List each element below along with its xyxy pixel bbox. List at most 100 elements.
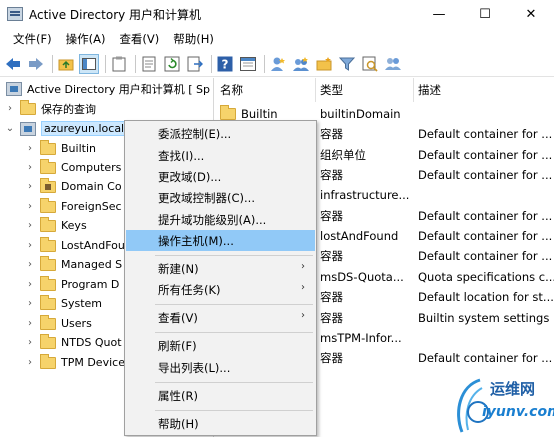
column-header-description[interactable]: 描述: [414, 78, 554, 102]
tree-item-builtin[interactable]: › Builtin: [24, 139, 96, 158]
properties-icon[interactable]: [139, 54, 159, 74]
toolbar-separator: [264, 54, 265, 73]
menu-help[interactable]: 帮助(H): [166, 31, 221, 47]
tree-item-tpm-devices[interactable]: › TPM Device: [24, 353, 125, 372]
forward-icon[interactable]: [26, 54, 46, 74]
menu-separator: [155, 410, 313, 411]
add-group-icon[interactable]: [291, 54, 311, 74]
collapse-icon[interactable]: ⌄: [4, 123, 16, 134]
console-root-icon: [6, 81, 22, 96]
expand-icon[interactable]: ›: [24, 298, 36, 309]
menu-action[interactable]: 操作(A): [59, 31, 113, 47]
tree-item-saved-queries[interactable]: › 保存的查询: [4, 99, 96, 118]
row-type: lostAndFound: [320, 229, 399, 243]
expand-icon[interactable]: ›: [4, 103, 16, 114]
tree-item-label: Managed S: [61, 258, 123, 271]
row-description: [418, 185, 554, 205]
show-tree-icon[interactable]: [79, 53, 99, 74]
menu-item-view[interactable]: 查看(V) ›: [126, 307, 315, 328]
export-icon[interactable]: [185, 54, 205, 74]
add-ou-icon[interactable]: [314, 54, 334, 74]
refresh-icon[interactable]: [162, 54, 182, 74]
folder-icon: [20, 99, 36, 115]
row-type: 容器: [320, 127, 343, 141]
expand-icon[interactable]: ›: [24, 279, 36, 290]
menu-item-export-list[interactable]: 导出列表(L)...: [126, 357, 315, 378]
filter-icon[interactable]: [337, 54, 357, 74]
back-icon[interactable]: [3, 54, 23, 74]
row-type: 容器: [320, 209, 343, 223]
row-description: Default container for ...: [418, 351, 553, 365]
expand-icon[interactable]: ›: [24, 143, 36, 154]
app-icon: [7, 7, 23, 21]
folder-icon: [40, 197, 56, 213]
tree-item-label: Keys: [61, 219, 87, 232]
expand-icon[interactable]: ›: [24, 240, 36, 251]
expand-icon[interactable]: ›: [24, 357, 36, 368]
window-title: Active Directory 用户和计算机: [29, 7, 202, 22]
column-header-type[interactable]: 类型: [316, 78, 414, 102]
expand-icon[interactable]: ›: [24, 201, 36, 212]
folder-icon: [40, 333, 56, 349]
expand-icon[interactable]: ›: [24, 259, 36, 270]
folder-icon: [40, 314, 56, 330]
row-description: Quota specifications c...: [418, 270, 554, 284]
column-header-name[interactable]: 名称: [216, 78, 316, 102]
tree-item-lost-and-found[interactable]: › LostAndFou: [24, 236, 125, 255]
chevron-right-icon: ›: [301, 310, 305, 321]
menu-item-label: 所有任务(K): [158, 282, 221, 297]
menu-item-delegate-control[interactable]: 委派控制(E)...: [126, 123, 315, 144]
menu-item-operations-masters[interactable]: 操作主机(M)...: [126, 230, 315, 251]
menu-item-all-tasks[interactable]: 所有任务(K) ›: [126, 279, 315, 300]
tree-item-system[interactable]: › System: [24, 294, 102, 313]
menu-item-refresh[interactable]: 刷新(F): [126, 335, 315, 356]
add-to-group-icon[interactable]: [383, 54, 403, 74]
menu-separator: [155, 332, 313, 333]
tree-item-label: Computers: [61, 161, 122, 174]
ou-folder-icon: [40, 177, 56, 193]
expand-icon[interactable]: ›: [24, 318, 36, 329]
help-icon[interactable]: ?: [215, 54, 235, 74]
maximize-button[interactable]: ☐: [462, 0, 508, 28]
tree-item-ntds-quotas[interactable]: › NTDS Quot: [24, 333, 122, 352]
minimize-button[interactable]: —: [416, 0, 462, 28]
menu-item-raise-functional-level[interactable]: 提升域功能级别(A)...: [126, 209, 315, 230]
tree-item-domain[interactable]: ⌄ azureyun.local: [4, 119, 128, 138]
row-description: [418, 104, 554, 124]
tree-item-keys[interactable]: › Keys: [24, 216, 87, 235]
up-folder-icon[interactable]: [56, 54, 76, 74]
console-icon[interactable]: [238, 54, 258, 74]
toolbar-separator: [135, 54, 136, 73]
clipboard-icon[interactable]: [109, 54, 129, 74]
tree-item-managed-service[interactable]: › Managed S: [24, 255, 122, 274]
menu-item-change-dc[interactable]: 更改域控制器(C)...: [126, 187, 315, 208]
tree-item-domain-controllers[interactable]: › Domain Co: [24, 177, 122, 196]
find-icon[interactable]: [360, 54, 380, 74]
menu-item-change-domain[interactable]: 更改域(D)...: [126, 166, 315, 187]
menu-file[interactable]: 文件(F): [6, 31, 59, 47]
expand-icon[interactable]: ›: [24, 181, 36, 192]
expand-icon[interactable]: ›: [24, 337, 36, 348]
watermark-domain: iyunv.com: [482, 404, 554, 420]
tree-item-label: LostAndFou: [61, 239, 125, 252]
row-description: Default location for st...: [418, 290, 554, 304]
folder-icon: [220, 105, 236, 120]
expand-icon[interactable]: ›: [24, 162, 36, 173]
tree-item-foreign-security[interactable]: › ForeignSec: [24, 197, 122, 216]
menu-item-help[interactable]: 帮助(H): [126, 413, 315, 434]
menu-item-properties[interactable]: 属性(R): [126, 385, 315, 406]
expand-icon[interactable]: ›: [24, 220, 36, 231]
tree-item-computers[interactable]: › Computers: [24, 158, 121, 177]
watermark: 运维网 iyunv.com: [448, 372, 554, 437]
tree-item-label: System: [61, 297, 103, 310]
menu-item-new[interactable]: 新建(N) ›: [126, 258, 315, 279]
add-user-icon[interactable]: [268, 54, 288, 74]
menu-item-find[interactable]: 查找(I)...: [126, 145, 315, 166]
tree-item-label: Builtin: [61, 142, 96, 155]
tree-item-program-data[interactable]: › Program D: [24, 275, 119, 294]
tree-root[interactable]: Active Directory 用户和计算机 [ Sp: [6, 79, 210, 98]
close-button[interactable]: ✕: [508, 0, 554, 28]
svg-text:?: ?: [222, 57, 229, 71]
menu-view[interactable]: 查看(V): [112, 31, 166, 47]
tree-item-users[interactable]: › Users: [24, 314, 92, 333]
